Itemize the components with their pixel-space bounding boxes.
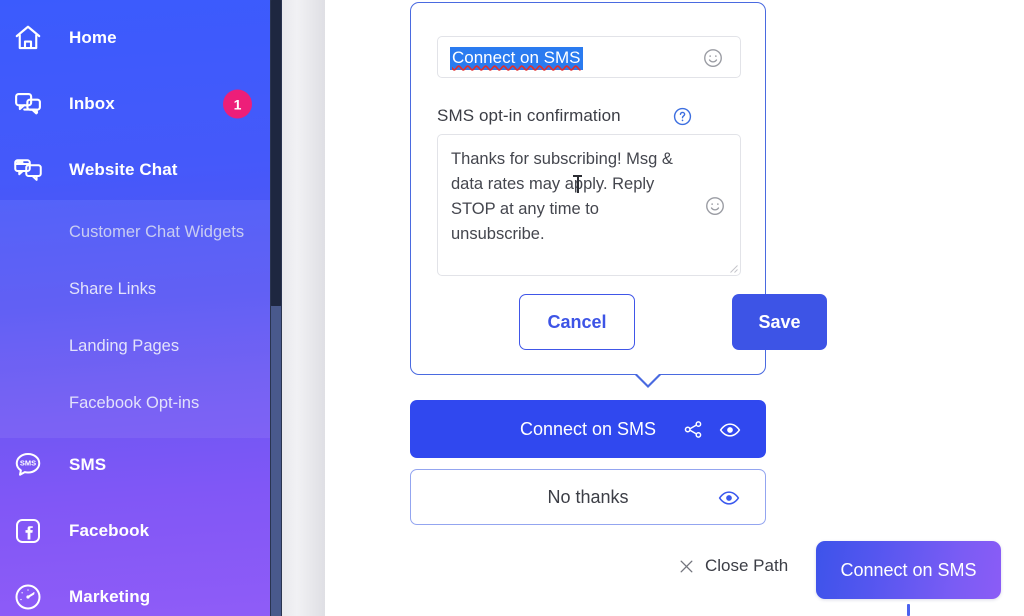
chat-bubbles-icon: [0, 89, 56, 119]
sidebar-item-landing-pages[interactable]: Landing Pages: [0, 318, 270, 375]
inbox-badge: 1: [223, 89, 252, 119]
node-connector-line: [907, 604, 910, 616]
field-label: SMS opt-in confirmation: [437, 106, 621, 125]
save-button[interactable]: Save: [732, 294, 827, 350]
sidebar-scrollbar-thumb[interactable]: [271, 0, 281, 306]
text-cursor-icon: [573, 175, 582, 193]
quick-reply-editor-popup: Connect on SMS SMS opt-in confirmation T…: [410, 2, 827, 388]
close-path-label: Close Path: [705, 556, 789, 575]
close-x-icon: [678, 558, 695, 575]
question-circle-icon[interactable]: [673, 107, 692, 126]
smiley-face-icon[interactable]: [702, 47, 724, 69]
textarea-resize-grip[interactable]: [727, 262, 738, 273]
sidebar-item-label: Website Chat: [69, 160, 178, 180]
canvas-gutter: [282, 0, 325, 616]
node-button-label: Connect on SMS: [840, 559, 977, 580]
eye-icon[interactable]: [718, 487, 740, 509]
title-input[interactable]: Connect on SMS: [437, 36, 741, 78]
flow-canvas: Connect on SMS SMS opt-in confirmation T…: [325, 0, 1024, 616]
sidebar-scrollbar-track-lower[interactable]: [271, 306, 281, 616]
option-no-thanks[interactable]: No thanks: [410, 469, 766, 525]
gauge-icon: [0, 582, 56, 612]
sidebar-item-sms[interactable]: SMS SMS: [0, 432, 270, 498]
sidebar-item-label: Inbox: [69, 94, 115, 114]
title-input-value: Connect on SMS: [450, 47, 583, 71]
home-icon: [0, 23, 56, 53]
sidebar-item-label: Facebook: [69, 521, 150, 541]
sms-optin-textarea[interactable]: Thanks for subscribing! Msg & data rates…: [437, 134, 741, 276]
sidebar: Home Inbox 1 Website Chat Customer Chat …: [0, 0, 270, 616]
sidebar-item-inbox[interactable]: Inbox 1: [0, 71, 270, 137]
share-nodes-icon[interactable]: [683, 419, 704, 440]
sidebar-subitem-label: Share Links: [69, 280, 157, 298]
sidebar-item-customer-chat-widgets[interactable]: Customer Chat Widgets: [0, 204, 270, 261]
app-root: Home Inbox 1 Website Chat Customer Chat …: [0, 0, 1024, 616]
sidebar-item-label: Marketing: [69, 587, 151, 607]
sidebar-item-label: Home: [69, 28, 117, 48]
option-connect-on-sms[interactable]: Connect on SMS: [410, 400, 766, 458]
facebook-icon: [0, 516, 56, 546]
close-path-button[interactable]: Close Path: [678, 556, 788, 576]
sidebar-item-home[interactable]: Home: [0, 5, 270, 71]
website-chat-icon: [0, 155, 56, 185]
option-label: No thanks: [547, 486, 629, 507]
sidebar-item-share-links[interactable]: Share Links: [0, 261, 270, 318]
sidebar-item-label: SMS: [69, 455, 107, 475]
svg-text:SMS: SMS: [20, 458, 36, 467]
sidebar-subitem-label: Landing Pages: [69, 337, 180, 355]
sms-optin-textarea-value: Thanks for subscribing! Msg & data rates…: [451, 150, 673, 243]
eye-icon[interactable]: [719, 419, 741, 441]
sidebar-item-website-chat[interactable]: Website Chat: [0, 137, 270, 203]
sidebar-item-facebook-optins[interactable]: Facebook Opt-ins: [0, 375, 270, 432]
sidebar-subitem-label: Facebook Opt-ins: [69, 394, 200, 412]
option-label: Connect on SMS: [519, 418, 657, 439]
sidebar-item-facebook[interactable]: Facebook: [0, 498, 270, 564]
smiley-face-icon[interactable]: [704, 195, 726, 217]
cancel-button[interactable]: Cancel: [519, 294, 635, 350]
connect-on-sms-node-button[interactable]: Connect on SMS: [816, 541, 1001, 599]
sidebar-subitem-label: Customer Chat Widgets: [69, 223, 245, 241]
sidebar-item-marketing[interactable]: Marketing: [0, 564, 270, 616]
sms-bubble-icon: SMS: [0, 450, 56, 480]
